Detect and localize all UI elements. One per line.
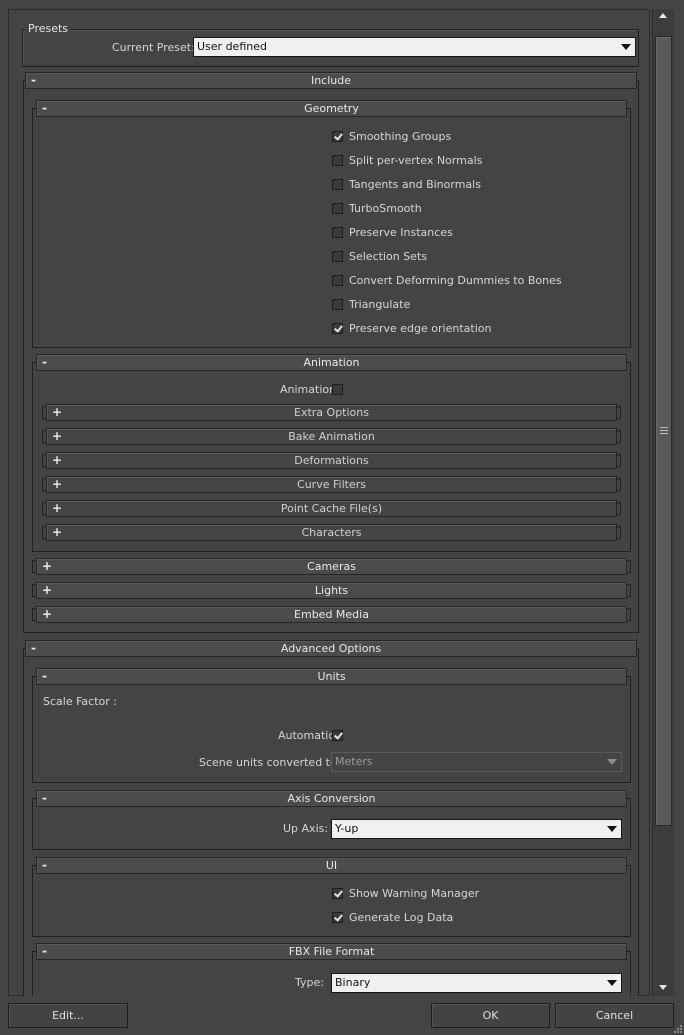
rollout-include-title: Include (310, 74, 352, 87)
rollout-point-cache[interactable]: + Point Cache File(s) (46, 500, 617, 517)
rollout-lights-title: Lights (314, 584, 349, 597)
rollout-cameras[interactable]: + Cameras (36, 558, 627, 575)
grip-line (660, 427, 668, 428)
grip-line (660, 433, 668, 434)
scene-units-dropdown[interactable]: Meters (331, 752, 622, 772)
up-axis-dropdown[interactable]: Y-up (331, 819, 622, 839)
rollout-units-title: Units (317, 670, 346, 683)
current-preset-value: User defined (197, 40, 267, 53)
up-axis-label: Up Axis: (283, 822, 329, 835)
checkbox-box[interactable] (332, 299, 343, 310)
vertical-scrollbar[interactable] (652, 9, 674, 996)
rollout-characters-title: Characters (301, 526, 362, 539)
rollout-deformations-title: Deformations (294, 454, 369, 467)
rollout-curve-filters-title: Curve Filters (297, 478, 366, 491)
rollout-bake-animation-title: Bake Animation (288, 430, 375, 443)
automatic-label: Automatic (278, 729, 335, 742)
cancel-button[interactable]: Cancel (555, 1003, 674, 1028)
bracket-right (627, 584, 631, 597)
bracket-right (627, 608, 631, 621)
rollout-geometry[interactable]: - Geometry (36, 100, 627, 117)
chevron-down-icon (607, 980, 617, 986)
rollout-deformations[interactable]: + Deformations (46, 452, 617, 469)
fbx-type-dropdown[interactable]: Binary (331, 973, 622, 993)
rollout-fbx-file-format-title: FBX File Format (288, 945, 375, 958)
rollout-geometry-title: Geometry (304, 102, 359, 115)
checkbox-box[interactable] (332, 251, 343, 262)
bracket-right (617, 454, 621, 467)
scroll-down-arrow-icon[interactable] (659, 985, 667, 990)
type-label: Type: (295, 976, 324, 989)
current-preset-label: Current Preset: (112, 41, 195, 54)
scrollbar-thumb[interactable] (655, 36, 672, 826)
checkbox-box[interactable] (332, 888, 343, 899)
chevron-down-icon (607, 826, 617, 832)
rollout-advanced-options-title: Advanced Options (280, 642, 382, 655)
edit-button[interactable]: Edit... (8, 1003, 128, 1028)
scroll-up-arrow-icon[interactable] (659, 13, 667, 18)
checkbox-box[interactable] (332, 131, 343, 142)
bracket-right (617, 430, 621, 443)
bracket-right (617, 406, 621, 419)
checkbox-box[interactable] (332, 730, 343, 741)
rollout-include[interactable]: - Include (25, 72, 637, 89)
rollout-fbx-file-format[interactable]: - FBX File Format (36, 943, 627, 960)
checkbox-box[interactable] (332, 155, 343, 166)
rollout-point-cache-title: Point Cache File(s) (280, 502, 383, 515)
scene-units-value: Meters (335, 755, 373, 768)
checkbox-box[interactable] (332, 203, 343, 214)
checkbox-box[interactable] (332, 227, 343, 238)
chevron-down-icon (607, 759, 617, 765)
resize-grip-icon[interactable] (672, 1023, 682, 1033)
ui-panel (32, 865, 631, 937)
rollout-cameras-title: Cameras (307, 560, 356, 573)
rollout-extra-options-title: Extra Options (294, 406, 369, 419)
ok-button[interactable]: OK (431, 1003, 550, 1028)
bracket-right (617, 502, 621, 515)
scene-units-label: Scene units converted to: (199, 756, 341, 769)
bracket-right (617, 526, 621, 539)
chevron-down-icon (621, 44, 631, 50)
rollout-characters[interactable]: + Characters (46, 524, 617, 541)
rollout-extra-options[interactable]: + Extra Options (46, 404, 617, 421)
bracket-right (627, 560, 631, 573)
rollout-advanced-options[interactable]: - Advanced Options (25, 640, 637, 657)
rollout-embed-media[interactable]: + Embed Media (36, 606, 627, 623)
rollout-lights[interactable]: + Lights (36, 582, 627, 599)
checkbox-box[interactable] (332, 912, 343, 923)
rollout-animation-title: Animation (303, 356, 360, 369)
checkbox-box[interactable] (332, 179, 343, 190)
presets-group-title: Presets (25, 22, 72, 35)
rollout-ui[interactable]: - UI (36, 857, 627, 874)
checkbox-box[interactable] (332, 275, 343, 286)
checkbox-box[interactable] (332, 323, 343, 334)
rollout-axis-conversion-title: Axis Conversion (287, 792, 376, 805)
rollout-ui-title: UI (325, 859, 338, 872)
rollout-axis-conversion[interactable]: - Axis Conversion (36, 790, 627, 807)
rollout-units[interactable]: - Units (36, 668, 627, 685)
bracket-right (617, 478, 621, 491)
checkbox-box[interactable] (332, 384, 343, 395)
up-axis-value: Y-up (335, 822, 359, 835)
fbx-type-value: Binary (335, 976, 371, 989)
animation-checkbox-label: Animation (280, 383, 337, 396)
rollout-bake-animation[interactable]: + Bake Animation (46, 428, 617, 445)
current-preset-dropdown[interactable]: User defined (193, 37, 636, 57)
grip-line (660, 430, 668, 431)
scale-factor-label: Scale Factor : (43, 695, 117, 708)
rollout-animation[interactable]: - Animation (36, 354, 627, 371)
rollout-curve-filters[interactable]: + Curve Filters (46, 476, 617, 493)
rollout-embed-media-title: Embed Media (294, 608, 369, 621)
